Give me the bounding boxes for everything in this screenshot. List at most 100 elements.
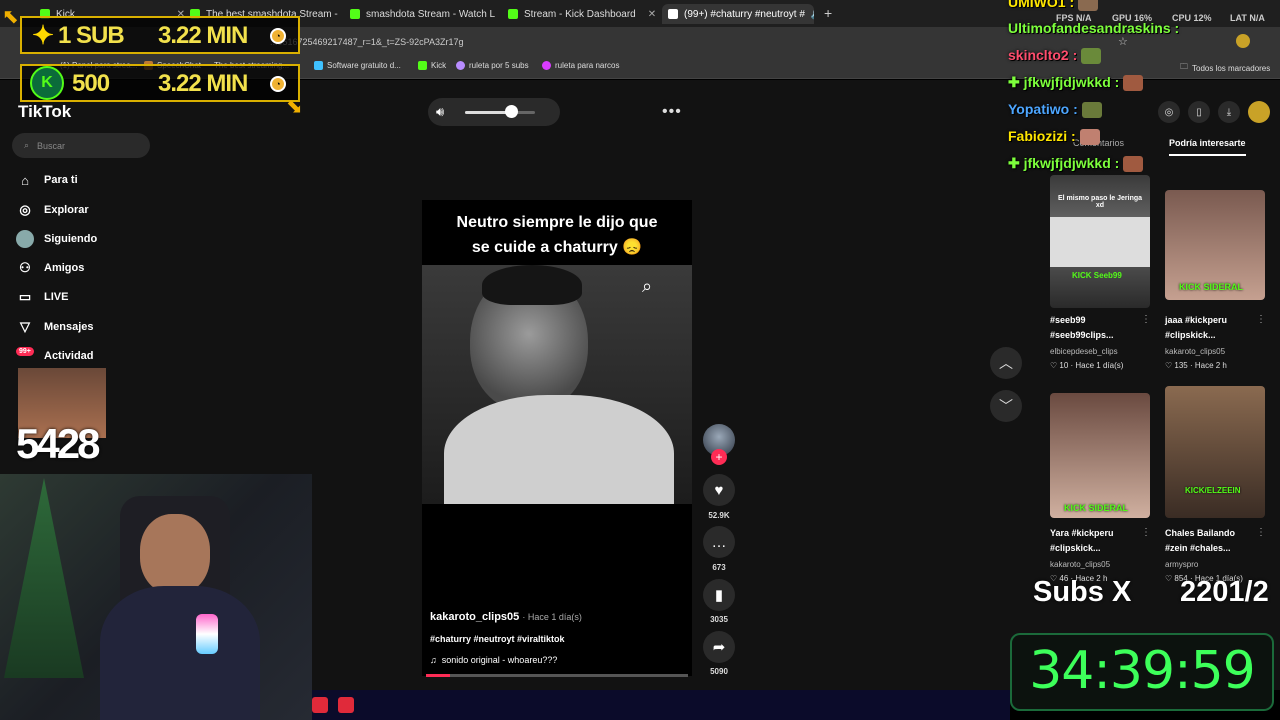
follow-plus-icon[interactable]: + — [711, 449, 727, 465]
more-options-icon[interactable]: ⋮ — [1141, 314, 1151, 325]
speaker-icon[interactable]: 🔊 — [811, 9, 814, 20]
clock-icon: ◔ — [270, 28, 286, 44]
nav-live[interactable]: ▭ LIVE — [16, 288, 69, 306]
video-card-title[interactable]: Yara #kickperu #clipskick... — [1050, 526, 1146, 556]
chat-message: skinclto2 : — [1008, 47, 1102, 65]
search-input[interactable]: ⌕ Buscar — [12, 133, 150, 158]
phone-icon[interactable]: ▯ — [1188, 101, 1210, 123]
emote-icon — [1081, 48, 1102, 65]
previous-video-button[interactable]: ︿ — [990, 347, 1022, 379]
video-hashtags[interactable]: #chaturry #neutroyt #viraltiktok — [430, 634, 565, 644]
kick-count: 500 — [72, 70, 110, 97]
tab-podria-interesarte[interactable]: Podría interesarte — [1169, 138, 1246, 156]
nav-para-ti[interactable]: ⌂ Para ti — [16, 171, 78, 189]
nav-siguiendo[interactable]: Siguiendo — [16, 230, 97, 248]
kick-time: 3.22 MIN — [158, 70, 248, 97]
video-author[interactable]: kakaroto_clips05 · Hace 1 día(s) — [430, 611, 582, 623]
chat-message: ✚ jfkwjfjdjwkkd : — [1008, 74, 1144, 92]
video-card-thumbnail[interactable]: KICK SIDERAL — [1165, 190, 1265, 300]
share-count: 5090 — [710, 667, 728, 676]
browser-tab[interactable]: smashdota Stream - Watch Live✕ — [350, 4, 495, 24]
kick-gem-icon: K — [30, 66, 64, 100]
emote-icon — [1123, 75, 1144, 92]
following-avatar-icon — [16, 230, 34, 248]
profile-avatar[interactable] — [1248, 101, 1270, 123]
next-video-button[interactable]: ﹀ — [990, 390, 1022, 422]
app-icon[interactable] — [338, 697, 354, 713]
bookmark-item[interactable]: ruleta para narcos — [542, 61, 619, 70]
nav-amigos[interactable]: ⚇ Amigos — [16, 259, 84, 277]
overlay-big-count: 5428 — [16, 420, 100, 467]
clock-icon: ◔ — [270, 76, 286, 92]
live-icon: ▭ — [18, 289, 32, 304]
video-card-user[interactable]: armyspro — [1165, 560, 1198, 569]
video-card-title[interactable]: #seeb99 #seeb99clips... — [1050, 313, 1146, 343]
browser-tab-active[interactable]: (99+) #chaturry #neutroyt #🔊✕ — [662, 4, 814, 24]
subathon-timer: 34:39:59 — [1029, 641, 1256, 701]
messages-icon: ▽ — [20, 319, 30, 334]
more-options-icon[interactable]: ⋮ — [1141, 527, 1151, 538]
microphone — [196, 614, 218, 654]
more-options-icon[interactable]: ⋮ — [1256, 314, 1266, 325]
new-tab-button[interactable]: + — [824, 5, 832, 21]
subs-number: 2201/2 — [1180, 576, 1269, 608]
browser-tab[interactable]: Stream - Kick Dashboard ✕ — [508, 4, 656, 24]
chat-message: ✚ jfkwjfjdjwkkd : — [1008, 155, 1144, 173]
sparkle-icon: ✦ — [32, 19, 54, 50]
more-options-icon[interactable]: ⋮ — [1256, 527, 1266, 538]
speaker-icon[interactable]: 🔊︎ — [436, 104, 444, 120]
profile-avatar[interactable] — [1236, 34, 1250, 48]
activity-badge: 99+ — [16, 347, 34, 356]
kick-icon — [508, 9, 518, 19]
chat-message: Ultimofandesandraskins : — [1008, 20, 1180, 36]
like-count: 52.9K — [708, 511, 730, 520]
arrow-decoration-icon: ⬉ — [2, 6, 19, 28]
video-progress-fill — [426, 674, 450, 677]
comment-button[interactable]: … — [703, 526, 735, 558]
save-count: 3035 — [710, 615, 728, 624]
like-button[interactable]: ♥ — [703, 474, 735, 506]
home-icon: ⌂ — [21, 172, 29, 188]
close-icon[interactable]: ✕ — [642, 9, 656, 20]
video-progress-track[interactable] — [426, 674, 688, 677]
share-button[interactable]: ➦ — [703, 631, 735, 663]
bookmark-favicon — [314, 61, 323, 70]
taskbar — [312, 690, 1010, 720]
folder-icon: 🗀 — [1180, 62, 1188, 71]
download-icon[interactable]: ⤓ — [1218, 101, 1240, 123]
tiktok-logo[interactable]: TikTok — [18, 102, 71, 122]
search-icon[interactable]: ⌕ — [642, 276, 652, 297]
compass-icon[interactable]: ◎ — [1158, 101, 1180, 123]
video-card-user[interactable]: kakaroto_clips05 — [1050, 560, 1110, 569]
comment-icon: … — [711, 533, 727, 551]
bookmark-item[interactable]: Software gratuito d... — [314, 61, 401, 70]
comment-count: 673 — [712, 563, 726, 572]
video-card-thumbnail[interactable]: El mismo paso le Jeringa xd KICK Seeb99 — [1050, 175, 1150, 308]
sparkle-icon: ✚ — [1008, 155, 1024, 171]
volume-slider-knob[interactable] — [505, 105, 518, 118]
video-card-title[interactable]: Chales Bailando #zein #chales... — [1165, 526, 1261, 556]
emote-icon — [1123, 156, 1144, 173]
arrow-decoration-icon: ⬊ — [286, 96, 303, 118]
heart-icon: ♥ — [714, 481, 724, 499]
bookmark-item[interactable]: ruleta por 5 subs — [456, 61, 529, 70]
emote-icon — [1078, 0, 1099, 12]
nav-mensajes[interactable]: ▽ Mensajes — [16, 318, 94, 336]
save-button[interactable]: ▮ — [703, 579, 735, 611]
bookmark-item[interactable]: Kick — [418, 61, 446, 70]
chevron-down-icon: ﹀ — [999, 398, 1013, 414]
chat-message: UMIWO1 : — [1008, 0, 1099, 12]
nav-explorar[interactable]: ◎ Explorar — [16, 201, 88, 219]
video-card-user[interactable]: elbicepdeseb_clips — [1050, 347, 1118, 356]
star-icon[interactable]: ☆ — [1118, 35, 1128, 48]
video-sound[interactable]: ♫ sonido original - whoareu??? — [430, 655, 557, 665]
video-card-thumbnail[interactable]: KICK SIDERAL — [1050, 393, 1150, 518]
video-frame — [422, 265, 692, 504]
video-card-user[interactable]: kakaroto_clips05 — [1165, 347, 1225, 356]
app-icon[interactable] — [312, 697, 328, 713]
all-bookmarks[interactable]: 🗀 Todos los marcadores — [1180, 61, 1270, 75]
sparkle-icon: ✚ — [1008, 74, 1024, 90]
more-options-icon[interactable]: ••• — [662, 103, 682, 121]
video-card-title[interactable]: jaaa #kickperu #clipskick... — [1165, 313, 1261, 343]
video-card-thumbnail[interactable]: KICK/ELZEEIN — [1165, 386, 1265, 518]
